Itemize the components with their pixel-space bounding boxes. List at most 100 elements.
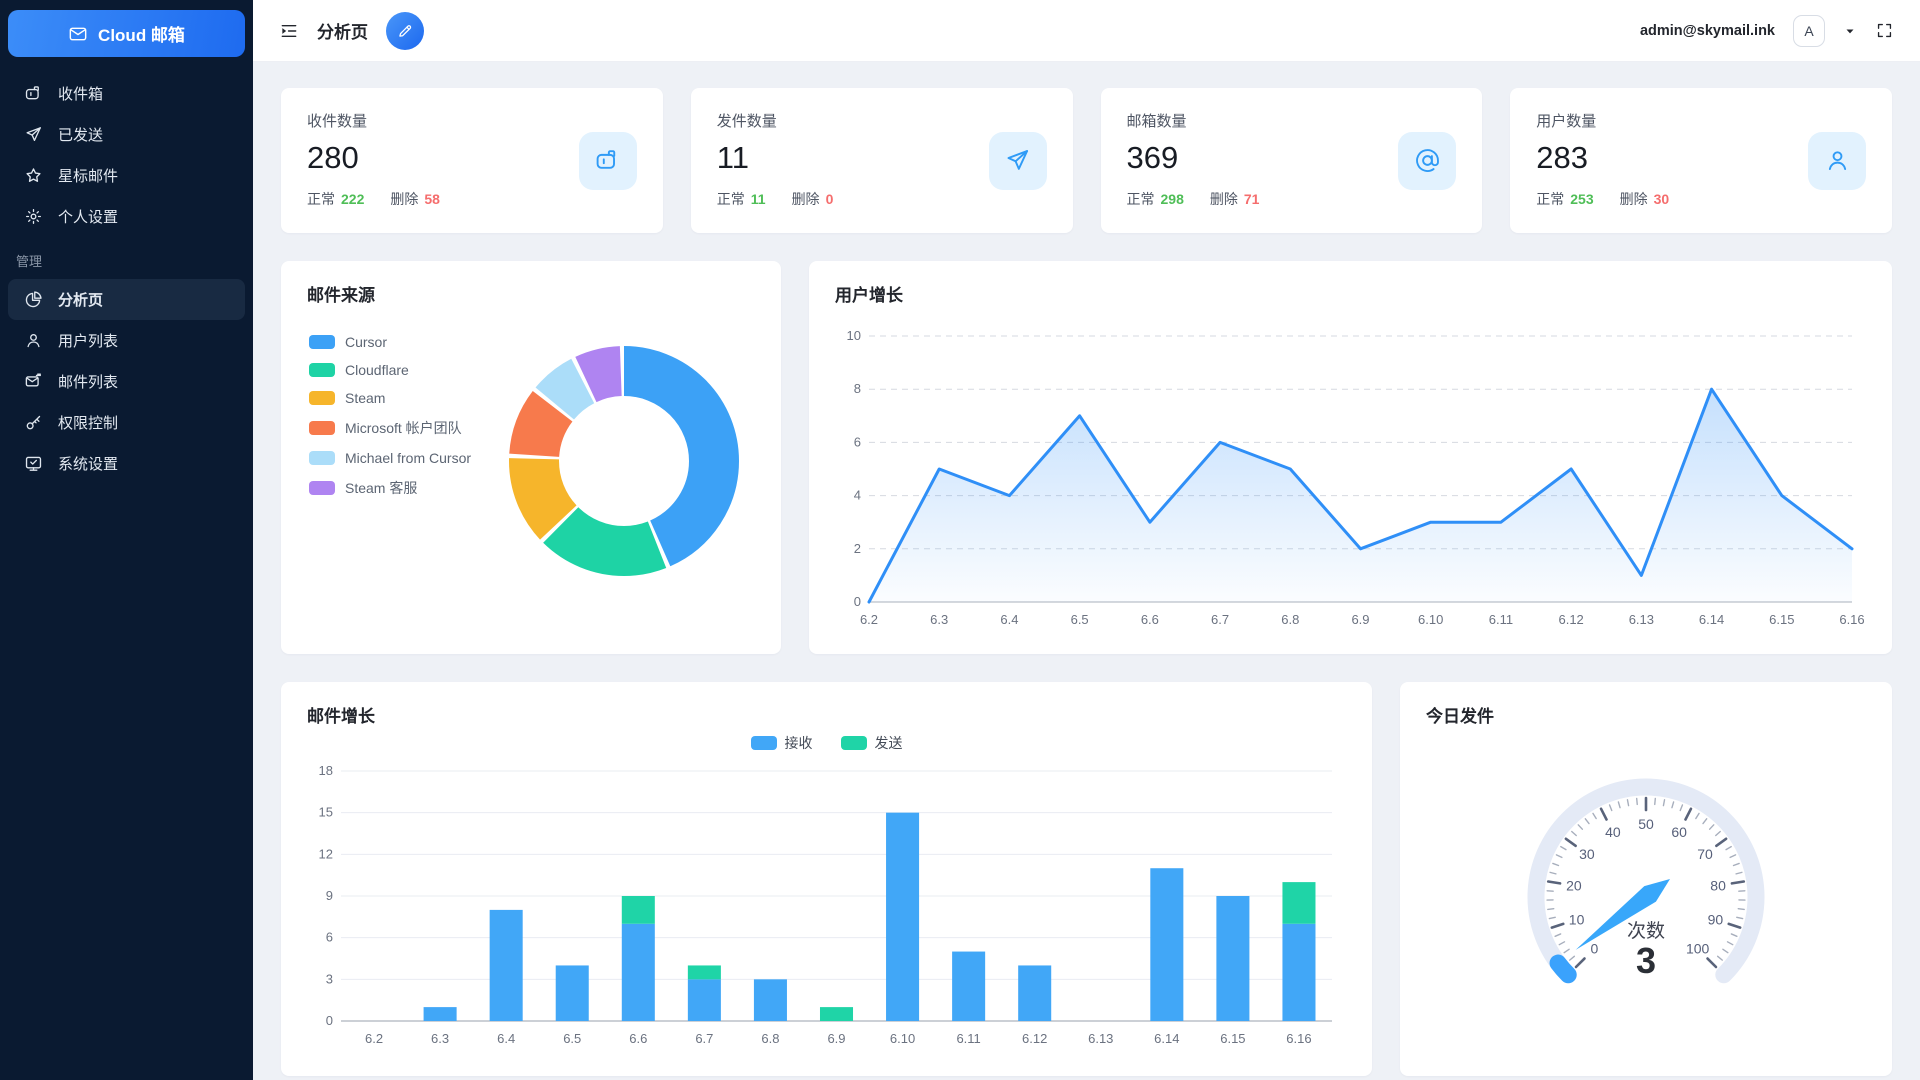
app-logo[interactable]: Cloud 邮箱	[8, 10, 245, 57]
user-menu-caret[interactable]	[1843, 24, 1857, 38]
pie-legend-item[interactable]: Cursor	[309, 334, 471, 350]
gear-icon	[24, 207, 43, 226]
sidebar-item-send[interactable]: 已发送	[0, 114, 253, 155]
svg-text:6.3: 6.3	[930, 612, 948, 627]
svg-text:10: 10	[847, 328, 861, 343]
sidebar-item-key[interactable]: 权限控制	[0, 402, 253, 443]
svg-text:0: 0	[854, 594, 861, 609]
pie-legend-item[interactable]: Microsoft 帐户团队	[309, 418, 471, 438]
sidebar-item-mailbox[interactable]: 收件箱	[0, 73, 253, 114]
stat-normal: 正常253	[1536, 189, 1593, 209]
stat-card-send: 发件数量 11 正常11 删除0	[691, 88, 1073, 233]
sidebar-item-pie-chart[interactable]: 分析页	[8, 279, 245, 320]
card-title: 邮件增长	[307, 702, 1346, 727]
svg-text:12: 12	[319, 846, 333, 861]
sidebar-item-star[interactable]: 星标邮件	[0, 155, 253, 196]
stat-card-user: 用户数量 283 正常253 删除30	[1510, 88, 1892, 233]
svg-text:80: 80	[1710, 878, 1726, 894]
svg-text:2: 2	[854, 541, 861, 556]
stat-footer: 正常298 删除71	[1127, 189, 1260, 209]
svg-text:6.16: 6.16	[1286, 1031, 1311, 1046]
pie-legend-item[interactable]: Steam	[309, 390, 471, 406]
pie-legend-item[interactable]: Cloudflare	[309, 362, 471, 378]
stat-footer: 正常11 删除0	[717, 189, 834, 209]
stat-title: 收件数量	[307, 110, 440, 131]
app-root: Cloud 邮箱 收件箱已发送星标邮件个人设置管理分析页用户列表邮件列表权限控制…	[0, 0, 1920, 1080]
envelope-icon	[68, 24, 88, 44]
svg-text:6.12: 6.12	[1558, 612, 1583, 627]
charts-row-1: 邮件来源 CursorCloudflareSteamMicrosoft 帐户团队…	[281, 261, 1892, 654]
user-growth-area-chart: 02468106.26.36.46.56.66.76.86.96.106.116…	[835, 322, 1866, 632]
stat-footer: 正常222 删除58	[307, 189, 440, 209]
card-title: 用户增长	[835, 281, 1866, 306]
bar-legend-item[interactable]: 接收	[751, 733, 813, 753]
bar-legend-item[interactable]: 发送	[841, 733, 903, 753]
svg-text:6.16: 6.16	[1839, 612, 1864, 627]
collapse-sidebar-button[interactable]	[279, 21, 299, 41]
svg-text:6.12: 6.12	[1022, 1031, 1047, 1046]
svg-text:6.6: 6.6	[1141, 612, 1159, 627]
svg-text:6.6: 6.6	[629, 1031, 647, 1046]
svg-text:6.5: 6.5	[563, 1031, 581, 1046]
mail-source-card: 邮件来源 CursorCloudflareSteamMicrosoft 帐户团队…	[281, 261, 781, 654]
stat-card-body: 用户数量 283 正常253 删除30	[1536, 110, 1669, 211]
sidebar-item-label: 分析页	[58, 289, 103, 310]
svg-text:6.10: 6.10	[890, 1031, 915, 1046]
sidebar-item-label: 已发送	[58, 124, 103, 145]
sidebar-item-label: 个人设置	[58, 206, 118, 227]
legend-swatch	[841, 736, 867, 750]
mail-growth-bar-chart: 03691215186.26.36.46.56.66.76.86.96.106.…	[307, 761, 1346, 1051]
avatar[interactable]: A	[1793, 15, 1825, 47]
main-content: 收件数量 280 正常222 删除58 发件数量 11 正常11 删除0 邮箱数…	[253, 62, 1920, 1080]
stat-value: 369	[1127, 140, 1260, 176]
user-email: admin@skymail.ink	[1640, 23, 1775, 39]
legend-label: Steam 客服	[345, 478, 417, 498]
stat-title: 邮箱数量	[1127, 110, 1260, 131]
pie-chart-icon	[24, 290, 43, 309]
edit-button[interactable]	[386, 12, 424, 50]
stat-title: 发件数量	[717, 110, 834, 131]
fullscreen-icon	[1875, 21, 1894, 40]
sidebar-item-mail-list[interactable]: 邮件列表	[0, 361, 253, 402]
svg-text:50: 50	[1638, 816, 1654, 832]
svg-text:6.2: 6.2	[365, 1031, 383, 1046]
user-icon	[1808, 132, 1866, 190]
card-title: 今日发件	[1426, 702, 1866, 727]
mailbox-icon	[579, 132, 637, 190]
today-sent-gauge-chart: 0102030405060708090100次数3	[1426, 727, 1866, 1057]
at-icon	[1398, 132, 1456, 190]
svg-text:次数: 次数	[1627, 920, 1665, 942]
menu-fold-icon	[279, 21, 299, 41]
page-title: 分析页	[317, 18, 368, 43]
legend-swatch	[309, 451, 335, 465]
stat-deleted: 删除30	[1620, 189, 1670, 209]
stat-value: 11	[717, 140, 834, 176]
svg-text:6.14: 6.14	[1154, 1031, 1179, 1046]
stat-card-mailbox: 收件数量 280 正常222 删除58	[281, 88, 663, 233]
sidebar-item-user[interactable]: 用户列表	[0, 320, 253, 361]
fullscreen-button[interactable]	[1875, 21, 1894, 40]
sidebar-item-gear[interactable]: 个人设置	[0, 196, 253, 237]
legend-swatch	[309, 421, 335, 435]
svg-text:8: 8	[854, 381, 861, 396]
sidebar-item-label: 系统设置	[58, 453, 118, 474]
sidebar-nav: 收件箱已发送星标邮件个人设置管理分析页用户列表邮件列表权限控制系统设置	[0, 73, 253, 484]
svg-text:0: 0	[326, 1013, 333, 1028]
pie-legend-item[interactable]: Steam 客服	[309, 478, 471, 498]
svg-text:6.13: 6.13	[1629, 612, 1654, 627]
sidebar-item-label: 星标邮件	[58, 165, 118, 186]
sidebar-item-monitor-check[interactable]: 系统设置	[0, 443, 253, 484]
svg-text:10: 10	[1569, 912, 1585, 928]
svg-text:100: 100	[1686, 941, 1710, 957]
mail-source-donut-chart	[499, 336, 749, 586]
svg-text:4: 4	[854, 488, 861, 503]
legend-swatch	[751, 736, 777, 750]
svg-text:6.7: 6.7	[1211, 612, 1229, 627]
stat-cards-row: 收件数量 280 正常222 删除58 发件数量 11 正常11 删除0 邮箱数…	[281, 88, 1892, 233]
pie-legend-item[interactable]: Michael from Cursor	[309, 450, 471, 466]
sidebar-item-label: 权限控制	[58, 412, 118, 433]
pie-legend: Cursor Cloudflare Steam Microsoft 帐户团队 Micha…	[309, 334, 471, 498]
legend-label: 发送	[875, 733, 903, 753]
stat-title: 用户数量	[1536, 110, 1669, 131]
send-icon	[24, 125, 43, 144]
